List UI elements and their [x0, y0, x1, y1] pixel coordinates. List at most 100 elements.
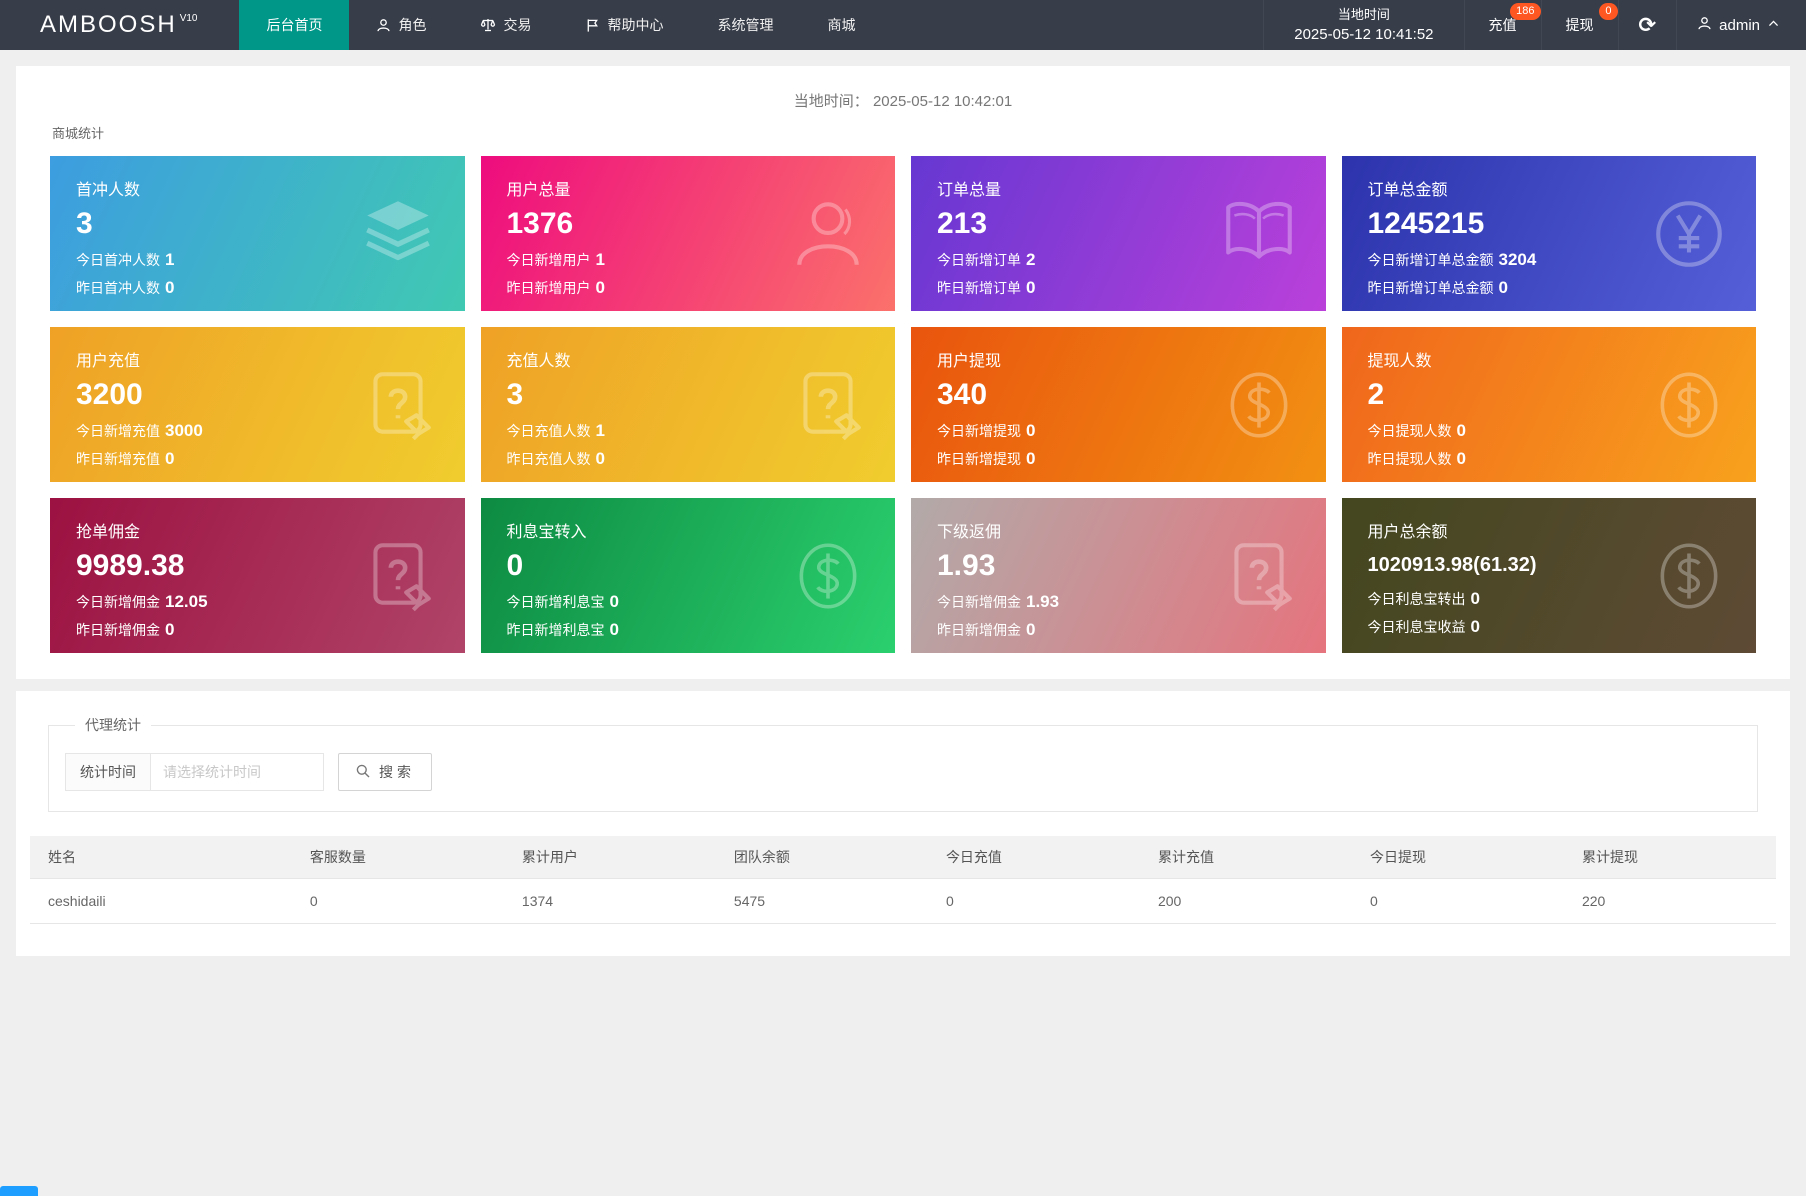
- dollar-icon: [1648, 364, 1730, 446]
- stat-card-6: 充值人数 3 今日充值人数 1 昨日充值人数 0: [480, 327, 895, 482]
- nav-right: 当地时间 2025-05-12 10:41:52 充值 186 提现 0 ⟳ a…: [1263, 0, 1806, 50]
- user-icon: [787, 193, 869, 275]
- stat-card-9: 抢单佣金 9989.38 今日新增佣金 12.05 昨日新增佣金 0: [50, 498, 465, 653]
- agent-table-header-row: 姓名 客服数量 累计用户 团队余额 今日充值 累计充值 今日提现 累计提现: [30, 836, 1776, 879]
- table-cell: 0: [291, 878, 504, 924]
- stat-card-8: 提现人数 2 今日提现人数 0 昨日提现人数 0: [1341, 327, 1756, 482]
- book-icon: [1218, 193, 1300, 275]
- withdraw-badge: 0: [1599, 3, 1618, 20]
- stat-card-12: 用户总余额 1020913.98(61.32) 今日利息宝转出 0 今日利息宝收益 0: [1341, 498, 1756, 653]
- agent-fieldset: 代理统计 统计时间 搜索: [48, 715, 1758, 812]
- stat-card-line-yesterday: 昨日新增订单 0: [937, 278, 1036, 297]
- stat-card-line-yesterday: 今日利息宝收益 0: [1367, 617, 1480, 636]
- column-header: 累计充值: [1139, 836, 1352, 879]
- refresh-glyph: ⟳: [1638, 13, 1657, 37]
- agent-table: 姓名 客服数量 累计用户 团队余额 今日充值 累计充值 今日提现 累计提现 ceshidail…: [30, 836, 1776, 924]
- table-row: ceshidaili 0 1374 5475 0 200 0 220: [30, 878, 1776, 924]
- stat-card-line-yesterday: 昨日新增利息宝 0: [506, 620, 619, 639]
- nav-item-help-center[interactable]: 帮助中心: [558, 0, 690, 50]
- stat-card-5: 用户充值 3200 今日新增充值 3000 昨日新增充值 0: [50, 327, 465, 482]
- stat-card-line-yesterday: 昨日新增用户 0: [506, 278, 605, 297]
- search-button[interactable]: 搜索: [338, 753, 432, 791]
- mall-stats-title: 商城统计: [52, 126, 105, 141]
- stat-card-11: 下级返佣 1.93 今日新增佣金 1.93 昨日新增佣金 0: [911, 498, 1326, 653]
- nav-item-dashboard[interactable]: 后台首页: [239, 0, 350, 50]
- stat-card-line-yesterday: 昨日新增充值 0: [76, 449, 175, 468]
- flag-icon: [585, 18, 600, 33]
- stat-card-line-yesterday: 昨日新增佣金 0: [76, 620, 175, 639]
- stat-card-line-yesterday: 昨日新增提现 0: [937, 449, 1036, 468]
- nav-item-label: 交易: [503, 17, 532, 33]
- nav-item-mall[interactable]: 商城: [800, 0, 882, 50]
- search-button-label: 搜索: [379, 764, 415, 780]
- table-cell: 200: [1139, 878, 1352, 924]
- recharge-badge: 186: [1510, 3, 1541, 20]
- content-time-label: 当地时间：: [793, 93, 869, 110]
- agent-filter-row: 统计时间 搜索: [65, 753, 1741, 791]
- table-cell: 1374: [503, 878, 716, 924]
- table-cell: ceshidaili: [30, 878, 292, 924]
- nav-item-roles[interactable]: 角色: [349, 0, 453, 50]
- scales-icon: [480, 17, 496, 33]
- stat-card-10: 利息宝转入 0 今日新增利息宝 0 昨日新增利息宝 0: [480, 498, 895, 653]
- navbar: AMBOOSH V10 后台首页 角色 交易 帮助中心 系统管理 商城 当地时间…: [0, 0, 1806, 50]
- stat-card-line-yesterday: 昨日提现人数 0: [1367, 449, 1466, 468]
- agent-table-body: ceshidaili 0 1374 5475 0 200 0 220: [30, 878, 1776, 924]
- content-time-value: 2025-05-12 10:42:01: [872, 93, 1013, 110]
- withdraw-link[interactable]: 提现 0: [1540, 0, 1618, 50]
- table-cell: 220: [1563, 878, 1776, 924]
- caret-up-icon: [1767, 17, 1780, 34]
- table-cell: 0: [1351, 878, 1564, 924]
- stat-card-line-yesterday: 昨日首冲人数 0: [76, 278, 175, 297]
- doc-question-icon: [357, 535, 439, 617]
- agent-panel: 代理统计 统计时间 搜索 姓名客服数量累计用户团队余额今日充值累计充值今日提现累…: [16, 691, 1790, 956]
- stat-card-7: 用户提现 340 今日新增提现 0 昨日新增提现 0: [911, 327, 1326, 482]
- nav-item-label: 后台首页: [266, 17, 323, 33]
- stat-time-input[interactable]: [150, 753, 324, 791]
- yen-icon: [1648, 193, 1730, 275]
- table-cell: 5475: [715, 878, 928, 924]
- refresh-icon[interactable]: ⟳: [1617, 0, 1677, 50]
- column-header: 累计提现: [1563, 836, 1776, 879]
- person-icon: [1697, 16, 1712, 35]
- navbar-local-time: 当地时间 2025-05-12 10:41:52: [1263, 0, 1463, 50]
- nav-item-system[interactable]: 系统管理: [690, 0, 800, 50]
- column-header: 累计用户: [503, 836, 716, 879]
- nav-item-label: 角色: [398, 17, 427, 33]
- content-local-time: 当地时间： 2025-05-12 10:42:01: [50, 88, 1756, 111]
- nav-item-label: 帮助中心: [607, 17, 664, 33]
- withdraw-label: 提现: [1565, 17, 1594, 33]
- nav-item-label: 商城: [827, 17, 856, 33]
- stat-card-line-yesterday: 昨日新增佣金 0: [937, 620, 1036, 639]
- app-logo: AMBOOSH V10: [0, 0, 239, 50]
- stat-card-3: 订单总量 213 今日新增订单 2 昨日新增订单 0: [911, 156, 1326, 311]
- stat-card-2: 用户总量 1376 今日新增用户 1 昨日新增用户 0: [480, 156, 895, 311]
- page: AMBOOSH V10 后台首页 角色 交易 帮助中心 系统管理 商城 当地时间…: [0, 0, 1806, 1196]
- person-icon: [376, 18, 391, 33]
- stat-card-4: 订单总金额 1245215 今日新增订单总金额 3204 昨日新增订单总金额 0: [1341, 156, 1756, 311]
- doc-question-icon: [1218, 535, 1300, 617]
- stat-card-line-yesterday: 昨日充值人数 0: [506, 449, 605, 468]
- nav-item-label: 系统管理: [717, 17, 774, 33]
- local-time-value: 2025-05-12 10:41:52: [1294, 26, 1434, 43]
- username: admin: [1719, 16, 1760, 34]
- doc-question-icon: [787, 364, 869, 446]
- dollar-icon: [787, 535, 869, 617]
- agent-stats-title: 代理统计: [85, 717, 141, 733]
- stat-card-1: 首冲人数 3 今日首冲人数 1 昨日首冲人数 0: [50, 156, 465, 311]
- dollar-icon: [1648, 535, 1730, 617]
- stats-panel: 当地时间： 2025-05-12 10:42:01 商城统计 首冲人数 3 今日首冲…: [16, 66, 1790, 679]
- column-header: 今日提现: [1351, 836, 1564, 879]
- column-header: 今日充值: [927, 836, 1140, 879]
- nav-item-trade[interactable]: 交易: [453, 0, 558, 50]
- recharge-link[interactable]: 充值 186: [1463, 0, 1541, 50]
- column-header: 团队余额: [715, 836, 928, 879]
- app-logo-text: AMBOOSH: [40, 11, 177, 38]
- local-time-label: 当地时间: [1337, 7, 1390, 22]
- table-cell: 0: [927, 878, 1140, 924]
- stat-card-line-yesterday: 昨日新增订单总金额 0: [1367, 278, 1508, 297]
- stats-grid: 首冲人数 3 今日首冲人数 1 昨日首冲人数 0 用户总量 1376 今日新增用户 1 昨日新增用户…: [50, 156, 1756, 653]
- app-logo-version: V10: [179, 12, 198, 24]
- user-menu[interactable]: admin: [1676, 0, 1806, 50]
- search-icon: [355, 763, 371, 782]
